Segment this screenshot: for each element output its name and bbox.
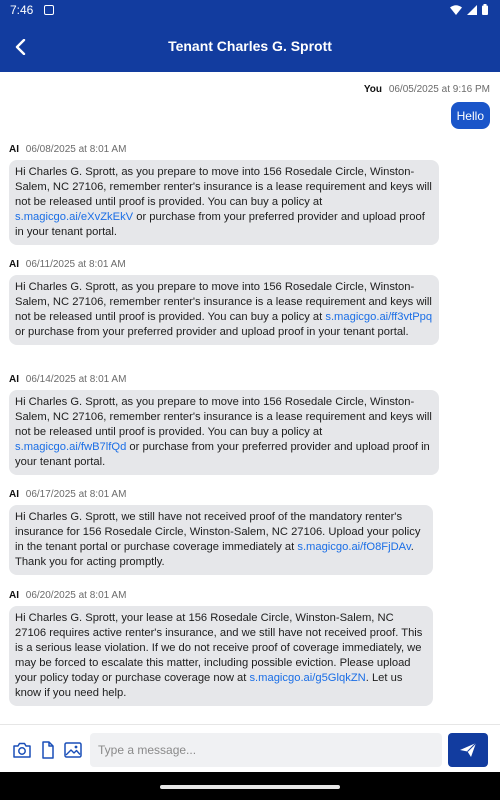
message-bubble-user[interactable]: Hello [450, 102, 490, 129]
message-bubble-ai[interactable]: Hi Charles G. Sprott, as you prepare to … [9, 390, 439, 475]
insurance-link[interactable]: s.magicgo.ai/ff3vtPpq [325, 311, 432, 323]
home-handle[interactable] [160, 785, 340, 789]
app-bar: Tenant Charles G. Sprott [0, 22, 500, 72]
message-sender: You [363, 84, 383, 95]
message-sender: AI [9, 144, 19, 155]
file-icon[interactable] [38, 741, 58, 759]
page-title: Tenant Charles G. Sprott [168, 38, 332, 54]
message-timestamp: 06/20/2025 at 8:01 AM [25, 590, 127, 601]
message-bubble-ai[interactable]: Hi Charles G. Sprott, your lease at 156 … [9, 606, 433, 706]
insurance-link[interactable]: s.magicgo.ai/g5GlqkZN [249, 672, 365, 684]
battery-icon [482, 4, 488, 15]
status-bar: 7:46 [0, 0, 500, 22]
message-bubble-ai[interactable]: Hi Charles G. Sprott, as you prepare to … [9, 160, 439, 245]
insurance-link[interactable]: s.magicgo.ai/fwB7lfQd [15, 441, 126, 453]
message-text: or purchase from your preferred provider… [15, 326, 409, 338]
message-timestamp: 06/08/2025 at 8:01 AM [25, 144, 127, 155]
message-timestamp: 06/14/2025 at 8:01 AM [25, 374, 127, 385]
message-timestamp: 06/11/2025 at 8:01 AM [25, 259, 126, 270]
camera-icon[interactable] [12, 741, 32, 759]
message-bubble-ai[interactable]: Hi Charles G. Sprott, we still have not … [9, 505, 433, 575]
image-icon[interactable] [63, 741, 83, 759]
status-time: 7:46 [10, 3, 34, 17]
signal-icon [467, 4, 477, 15]
send-button[interactable] [448, 733, 488, 767]
message-meta: You 06/05/2025 at 9:16 PM [364, 84, 490, 95]
message-sender: AI [9, 590, 19, 601]
message-timestamp: 06/05/2025 at 9:16 PM [388, 84, 490, 95]
insurance-link[interactable]: s.magicgo.ai/fO8FjDAv [297, 541, 410, 553]
message-meta: AI 06/20/2025 at 8:01 AM [9, 590, 126, 601]
message-list[interactable]: You 06/05/2025 at 9:16 PM Hello AI 06/08… [0, 72, 500, 724]
system-nav-bar [0, 772, 500, 800]
message-meta: AI 06/14/2025 at 8:01 AM [9, 374, 126, 385]
wifi-icon [450, 4, 462, 15]
message-meta: AI 06/17/2025 at 8:01 AM [9, 489, 126, 500]
insurance-link[interactable]: s.magicgo.ai/eXvZkEkV [15, 211, 133, 223]
message-meta: AI 06/08/2025 at 8:01 AM [9, 144, 126, 155]
message-text: Hi Charles G. Sprott, as you prepare to … [15, 396, 432, 438]
message-composer [0, 724, 500, 772]
notification-icon [44, 5, 54, 15]
message-input[interactable] [90, 733, 442, 767]
message-timestamp: 06/17/2025 at 8:01 AM [25, 489, 127, 500]
message-sender: AI [9, 259, 19, 270]
message-text: Hi Charles G. Sprott, as you prepare to … [15, 166, 432, 208]
message-meta: AI 06/11/2025 at 8:01 AM [9, 259, 126, 270]
message-sender: AI [9, 374, 19, 385]
message-sender: AI [9, 489, 19, 500]
message-bubble-ai[interactable]: Hi Charles G. Sprott, as you prepare to … [9, 275, 439, 345]
send-icon [460, 742, 477, 757]
system-icons [450, 4, 488, 15]
